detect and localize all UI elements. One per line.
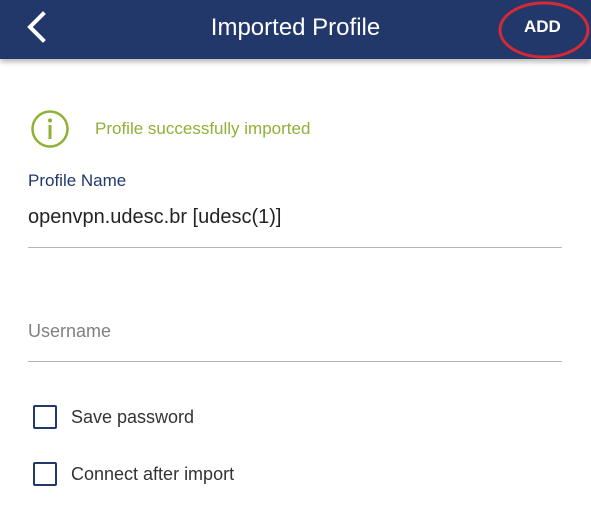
connect-after-import-label: Connect after import: [71, 464, 235, 484]
profile-name-underline: [28, 247, 562, 248]
page-title: Imported Profile: [210, 14, 381, 41]
profile-name-label: Profile Name: [28, 171, 127, 190]
add-button[interactable]: ADD: [524, 17, 561, 37]
profile-name-field[interactable]: openvpn.udesc.br [udesc(1)]: [28, 205, 282, 229]
save-password-checkbox[interactable]: [33, 405, 57, 429]
status-message: Profile successfully imported: [95, 119, 311, 138]
info-circle-icon: [31, 110, 69, 148]
app-bar: Imported Profile ADD: [0, 0, 591, 59]
username-input[interactable]: [28, 316, 562, 346]
save-password-label: Save password: [71, 407, 195, 427]
connect-after-import-checkbox[interactable]: [33, 462, 57, 486]
username-underline: [28, 361, 562, 362]
